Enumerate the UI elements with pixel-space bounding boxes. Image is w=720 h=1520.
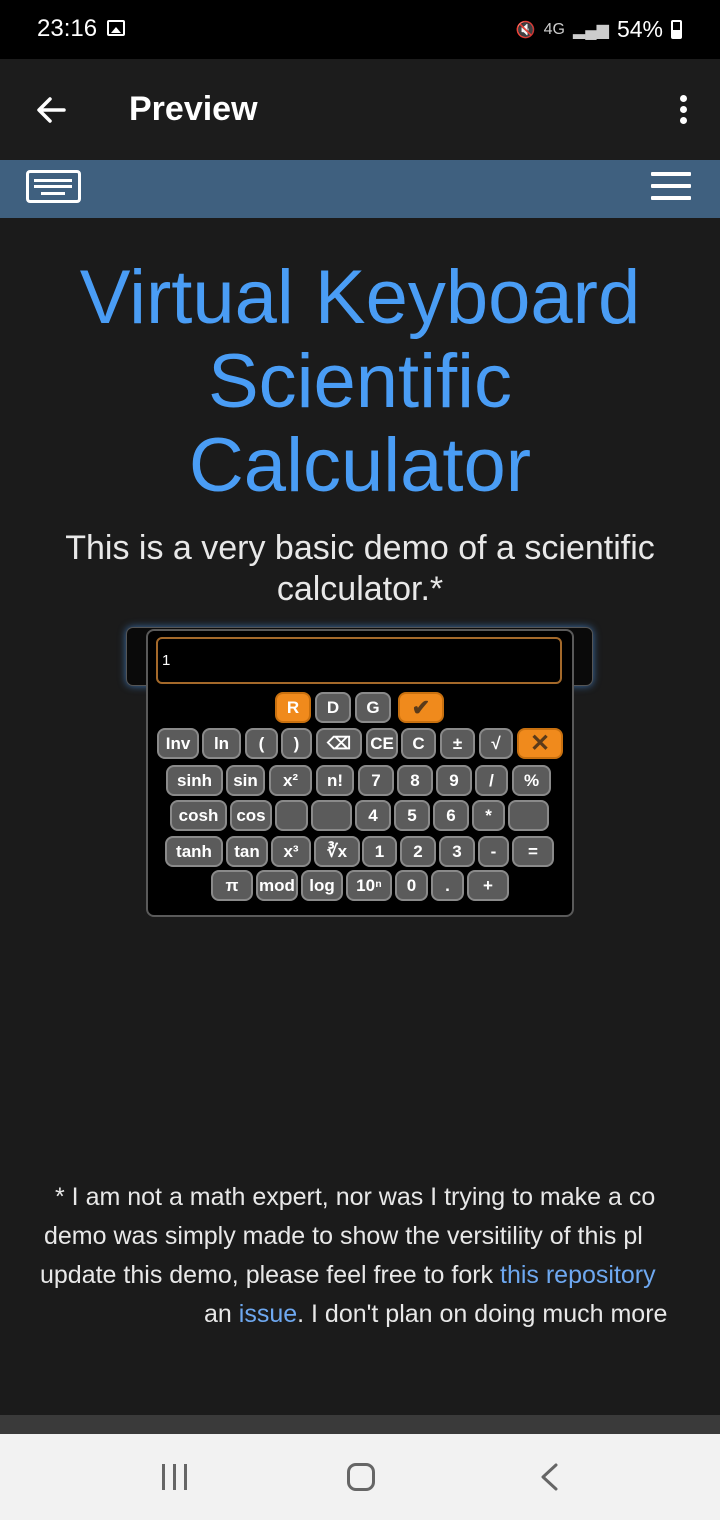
- key-9[interactable]: 9: [436, 765, 472, 796]
- key-right-paren[interactable]: ): [281, 728, 312, 759]
- footer-text: an: [204, 1300, 239, 1328]
- home-icon[interactable]: [347, 1463, 375, 1491]
- page-subtitle: This is a very basic demo of a scientifi…: [30, 528, 690, 610]
- check-icon: ✔: [411, 694, 431, 720]
- navigation-bar: [0, 1434, 720, 1520]
- key-percent[interactable]: %: [512, 765, 551, 796]
- key-left-paren[interactable]: (: [245, 728, 278, 759]
- keyboard-preview-input[interactable]: [156, 637, 562, 684]
- key-0[interactable]: 0: [395, 870, 428, 901]
- footer-line: update this demo, please feel free to fo…: [40, 1256, 720, 1295]
- footer-line: an issue. I don't plan on doing much mor…: [40, 1295, 720, 1334]
- key-4[interactable]: 4: [355, 800, 391, 831]
- key-clear[interactable]: C: [401, 728, 436, 759]
- key-6[interactable]: 6: [433, 800, 469, 831]
- key-2[interactable]: 2: [400, 836, 436, 867]
- key-multiply[interactable]: *: [472, 800, 505, 831]
- page-bottom-bar: [0, 1415, 720, 1434]
- battery-icon: [671, 20, 682, 39]
- key-plus[interactable]: +: [467, 870, 509, 901]
- footer-line: demo was simply made to show the versiti…: [44, 1222, 643, 1250]
- key-degrees[interactable]: D: [315, 692, 351, 723]
- key-inv[interactable]: Inv: [157, 728, 199, 759]
- signal-icon: ▂▄▆: [573, 21, 609, 39]
- key-blank[interactable]: [311, 800, 352, 831]
- key-ln[interactable]: ln: [202, 728, 241, 759]
- key-power-of-ten[interactable]: 10ⁿ: [346, 870, 392, 901]
- key-sinh[interactable]: sinh: [166, 765, 223, 796]
- key-factorial[interactable]: n!: [316, 765, 354, 796]
- hamburger-menu-icon[interactable]: [651, 172, 691, 202]
- key-square-root[interactable]: √: [479, 728, 513, 759]
- key-5[interactable]: 5: [394, 800, 430, 831]
- issue-link[interactable]: issue: [239, 1300, 297, 1328]
- status-bar: 23:16 🔇 4G ▂▄▆ 54%: [0, 0, 720, 59]
- key-cube[interactable]: x³: [271, 836, 311, 867]
- key-tanh[interactable]: tanh: [165, 836, 223, 867]
- accept-button[interactable]: ✔: [398, 692, 444, 723]
- key-gradians[interactable]: G: [355, 692, 391, 723]
- key-radians[interactable]: R: [275, 692, 311, 723]
- key-minus[interactable]: -: [478, 836, 509, 867]
- page-title-line: Scientific: [207, 339, 513, 424]
- network-type-icon: 4G: [543, 20, 565, 38]
- more-options-icon[interactable]: [680, 95, 688, 125]
- subtitle-line: This is a very basic demo of a scientifi…: [65, 529, 655, 567]
- back-icon[interactable]: [538, 1462, 560, 1492]
- recents-icon[interactable]: [162, 1464, 189, 1490]
- keyboard-icon[interactable]: [26, 170, 81, 203]
- key-divide[interactable]: /: [475, 765, 508, 796]
- app-title: Preview: [129, 90, 258, 128]
- key-cosh[interactable]: cosh: [170, 800, 227, 831]
- key-modulo[interactable]: mod: [256, 870, 298, 901]
- key-cube-root[interactable]: ∛x: [314, 836, 360, 867]
- page-title: Virtual Keyboard Scientific Calculator: [0, 256, 720, 508]
- app-bar: Preview: [0, 59, 720, 160]
- footer-note: * I am not a math expert, nor was I tryi…: [40, 1178, 720, 1334]
- repository-link[interactable]: this repository: [500, 1261, 656, 1289]
- key-log[interactable]: log: [301, 870, 343, 901]
- key-plus-minus[interactable]: ±: [440, 728, 475, 759]
- key-tan[interactable]: tan: [226, 836, 268, 867]
- status-icons: 🔇 4G ▂▄▆ 54%: [516, 16, 682, 43]
- subtitle-line: calculator.*: [276, 570, 444, 608]
- key-sin[interactable]: sin: [226, 765, 265, 796]
- footer-text: . I don't plan on doing much more: [297, 1300, 668, 1328]
- back-arrow-icon[interactable]: [34, 93, 68, 127]
- page-title-line: Virtual Keyboard: [79, 255, 641, 340]
- image-notification-icon: [107, 20, 125, 36]
- footer-text: update this demo, please feel free to fo…: [40, 1261, 500, 1289]
- key-blank[interactable]: [508, 800, 549, 831]
- status-time: 23:16: [37, 15, 98, 42]
- key-equals[interactable]: =: [512, 836, 554, 867]
- battery-percent: 54%: [616, 16, 663, 42]
- key-7[interactable]: 7: [358, 765, 394, 796]
- key-square[interactable]: x²: [269, 765, 312, 796]
- key-decimal[interactable]: .: [431, 870, 464, 901]
- key-cos[interactable]: cos: [230, 800, 272, 831]
- key-1[interactable]: 1: [362, 836, 397, 867]
- footer-line: * I am not a math expert, nor was I tryi…: [55, 1183, 656, 1211]
- key-8[interactable]: 8: [397, 765, 433, 796]
- page-title-line: Calculator: [188, 423, 532, 508]
- mute-icon: 🔇: [515, 21, 536, 39]
- key-pi[interactable]: π: [211, 870, 253, 901]
- cancel-button[interactable]: ✕: [517, 728, 563, 759]
- close-icon: ✕: [529, 730, 551, 757]
- key-clear-entry[interactable]: CE: [366, 728, 398, 759]
- key-blank[interactable]: [275, 800, 308, 831]
- site-header: [0, 160, 720, 218]
- key-backspace[interactable]: ⌫: [316, 728, 362, 759]
- key-3[interactable]: 3: [439, 836, 475, 867]
